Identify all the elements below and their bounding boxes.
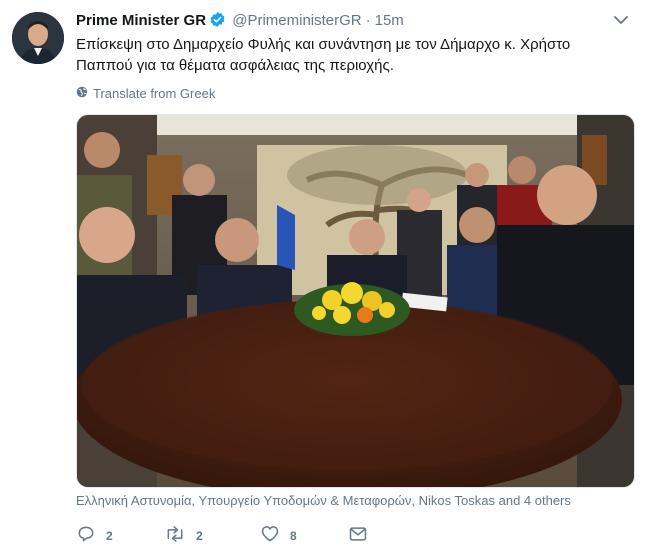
tweet-text: Επίσκεψη στο Δημαρχείο Φυλής και συνάντη…	[76, 36, 571, 74]
verified-badge-icon	[209, 11, 226, 34]
tagged-people[interactable]: Ελληνική Αστυνομία, Υπουργείο Υποδομών &…	[76, 493, 571, 508]
translate-label: Translate from Greek	[93, 86, 216, 101]
retweet-count: 2	[196, 529, 203, 543]
translate-link[interactable]: Translate from Greek	[76, 86, 215, 101]
reply-count: 2	[106, 529, 113, 543]
envelope-icon	[348, 524, 368, 549]
like-button[interactable]: 8	[260, 524, 348, 549]
chevron-down-icon[interactable]	[613, 12, 629, 28]
globe-icon	[76, 86, 88, 101]
author-name[interactable]: Prime Minister GR	[76, 12, 206, 29]
separator: ·	[365, 12, 371, 29]
reply-icon	[76, 524, 96, 549]
tweet-photo[interactable]	[76, 114, 635, 488]
retweet-icon	[164, 524, 186, 549]
tweet-header: Prime Minister GR @PrimeministerGR · 15m	[76, 11, 605, 33]
tweet[interactable]: Prime Minister GR @PrimeministerGR · 15m Ε…	[0, 0, 645, 549]
retweet-button[interactable]: 2	[164, 524, 260, 549]
tweet-timestamp[interactable]: 15m	[375, 12, 404, 29]
tweet-actions: 2 2 8	[76, 524, 368, 548]
author-handle[interactable]: @PrimeministerGR	[232, 12, 361, 29]
heart-icon	[260, 524, 280, 549]
avatar[interactable]	[12, 12, 64, 64]
reply-button[interactable]: 2	[76, 524, 164, 549]
direct-message-button[interactable]	[348, 524, 368, 549]
like-count: 8	[290, 529, 297, 543]
